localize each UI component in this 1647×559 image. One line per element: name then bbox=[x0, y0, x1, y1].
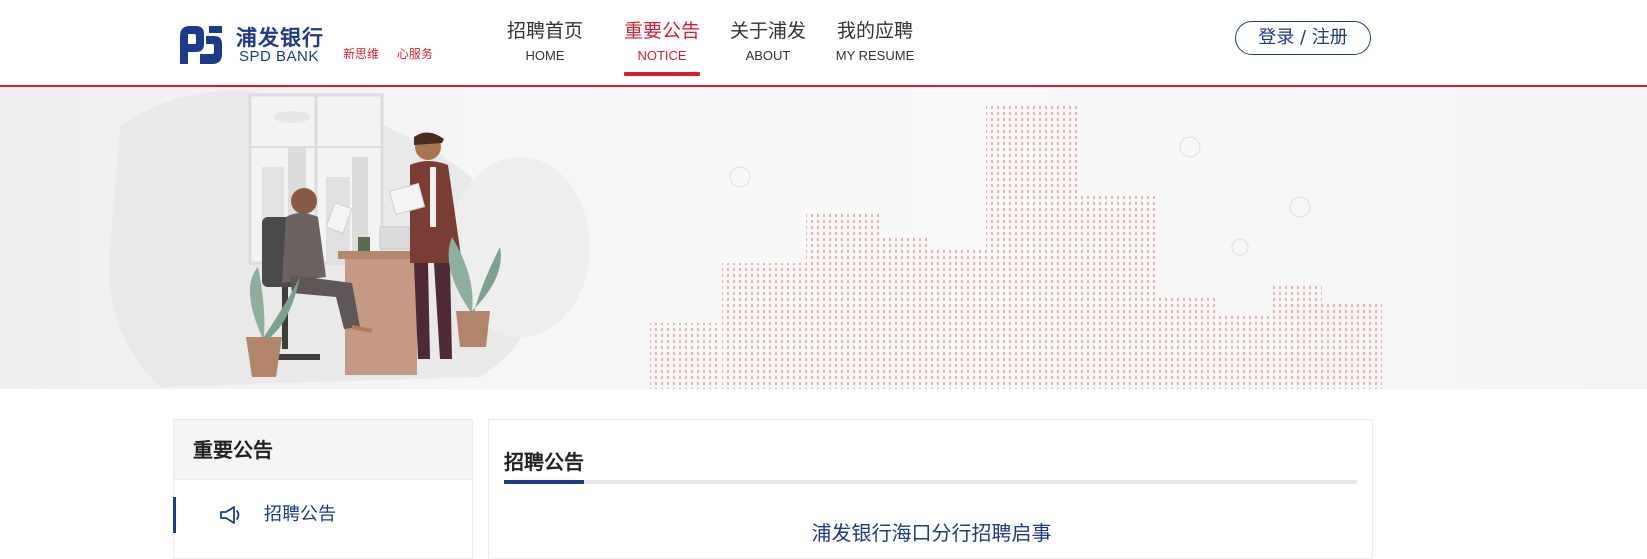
tab-underline bbox=[504, 480, 1357, 484]
notice-sidebar: 重要公告 招聘公告 bbox=[173, 419, 473, 559]
nav-label-cn: 我的应聘 bbox=[836, 20, 913, 42]
tab-active-indicator bbox=[504, 480, 584, 484]
site-header: 浦发银行 SPD BANK 新思维 心服务 招聘首页 HOME 重要公告 NOT… bbox=[0, 0, 1647, 87]
nav-item-about[interactable]: 关于浦发 ABOUT bbox=[728, 18, 808, 78]
nav-label-en: NOTICE bbox=[637, 48, 687, 63]
nav-item-home[interactable]: 招聘首页 HOME bbox=[505, 18, 585, 78]
nav-label-cn: 重要公告 bbox=[624, 20, 701, 42]
nav-label-cn: 关于浦发 bbox=[729, 20, 806, 42]
brand-slogan: 新思维 心服务 bbox=[343, 47, 433, 61]
hero-banner bbox=[0, 87, 1647, 389]
sidebar-header: 重要公告 bbox=[174, 420, 472, 480]
nav-label-en: HOME bbox=[525, 48, 565, 63]
sidebar-item-label: 招聘公告 bbox=[264, 504, 336, 525]
nav-item-my-resume[interactable]: 我的应聘 MY RESUME bbox=[835, 18, 915, 78]
sidebar-title: 重要公告 bbox=[193, 438, 273, 462]
tab-recruitment-notice[interactable]: 招聘公告 bbox=[504, 446, 584, 475]
nav-label-en: ABOUT bbox=[745, 48, 791, 63]
banner-illustration bbox=[108, 91, 1382, 389]
spd-logo-icon bbox=[180, 26, 222, 64]
nav-label-cn: 招聘首页 bbox=[506, 20, 583, 42]
sidebar-item-recruitment-notice[interactable]: 招聘公告 bbox=[173, 480, 472, 550]
nav-label-en: MY RESUME bbox=[835, 48, 915, 63]
megaphone-icon bbox=[220, 506, 240, 524]
login-register-button[interactable]: 登录 / 注册 bbox=[1235, 21, 1371, 55]
brand-name-en: SPD BANK bbox=[239, 48, 319, 65]
nav-item-notice[interactable]: 重要公告 NOTICE bbox=[624, 18, 700, 78]
notice-panel: 招聘公告 浦发银行海口分行招聘启事 bbox=[488, 419, 1373, 559]
article-link[interactable]: 浦发银行海口分行招聘启事 bbox=[489, 517, 1374, 546]
